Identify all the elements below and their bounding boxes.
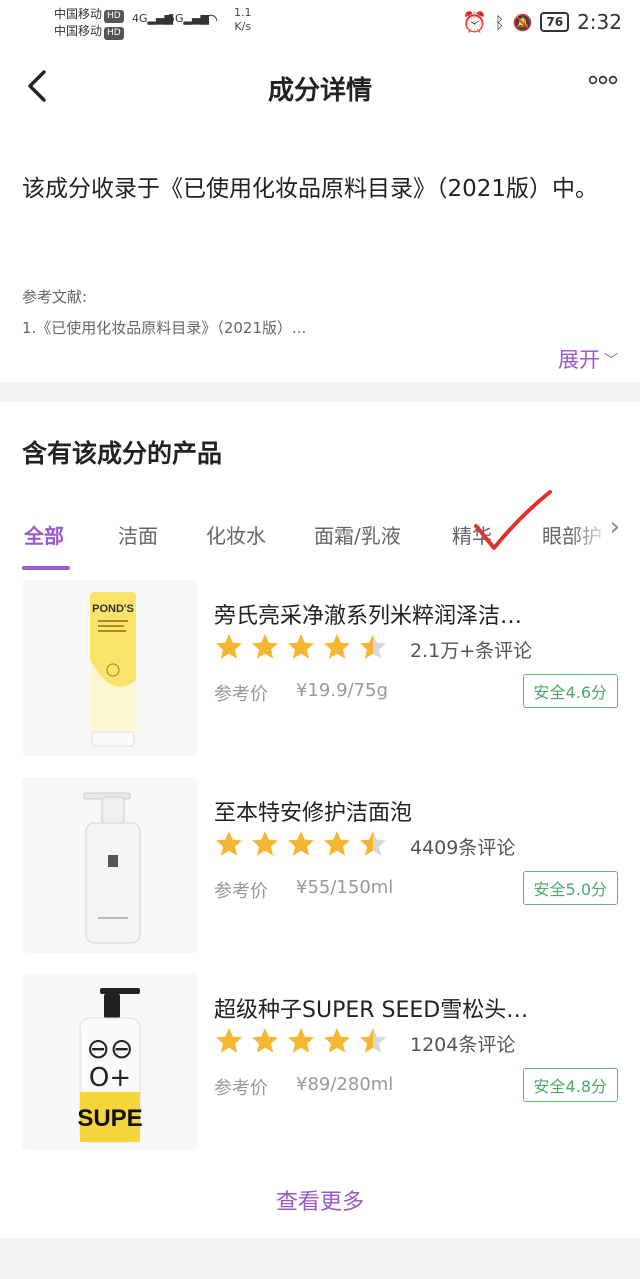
active-tab-indicator (22, 566, 70, 570)
alarm-icon: ⏰ (461, 10, 487, 34)
ponds-tube-image: POND'S (90, 592, 136, 747)
chevron-down-icon: ﹀ (604, 353, 618, 369)
safety-badge: 安全5.0分 (522, 871, 618, 905)
tabs-scroll-right-button[interactable]: › (610, 512, 620, 542)
star-rating (214, 632, 388, 662)
bluetooth-icon: ᛒ (494, 12, 505, 32)
price: ¥19.9/75g (296, 680, 388, 701)
star-full-icon (324, 634, 350, 659)
product-item[interactable]: POND'S 旁氏亮采净澈系列米粹润泽洁… 2.1万+条评论 参考价 ¥19.9… (0, 580, 640, 760)
price-label: 参考价 (214, 1078, 268, 1099)
star-full-icon (216, 831, 242, 856)
tab-cream-lotion[interactable]: 面霜/乳液 (314, 520, 401, 549)
tab-serum[interactable]: 精华 (452, 520, 492, 549)
price-label: 参考价 (214, 684, 268, 705)
price-label: 参考价 (214, 881, 268, 902)
signal-4g-icon: 4G▂▄▆ (132, 12, 173, 25)
hd-badge: HD (104, 27, 124, 40)
ingredient-info-card: 该成分收录于《已使用化妆品原料目录》（2021版）中。 参考文献: 1.《已使用… (0, 124, 640, 382)
review-count: 2.1万+条评论 (410, 640, 533, 662)
mute-icon: 🔕 (512, 12, 533, 32)
star-full-icon (252, 634, 278, 659)
star-half-icon (360, 634, 386, 659)
status-bar: 中国移动 HD 中国移动 HD 4G▂▄▆ 5G▂▄▆ ◠ 1.1 K/s ⏰ ᛒ … (0, 0, 640, 48)
carrier-info: 中国移动 HD 中国移动 HD (54, 6, 124, 40)
view-more-button[interactable]: 查看更多 (0, 1184, 640, 1216)
svg-text:POND'S: POND'S (92, 603, 134, 615)
hd-badge: HD (104, 10, 124, 23)
status-right: ⏰ ᛒ 🔕 76 2:32 (462, 10, 622, 34)
carrier-2: 中国移动 (54, 24, 103, 38)
review-count: 4409条评论 (410, 837, 516, 859)
tab-fade (570, 512, 640, 556)
network-speed: 1.1 K/s (234, 6, 252, 33)
product-item[interactable]: 至本特安修护洁面泡 4409条评论 参考价 ¥55/150ml 安全5.0分 (0, 777, 640, 957)
product-image: ⊖⊖ O+ SUPE (22, 974, 198, 1150)
super-seed-bottle-image: ⊖⊖ O+ SUPE (77, 988, 143, 1143)
star-half-icon (360, 831, 386, 856)
ingredient-description: 该成分收录于《已使用化妆品原料目录》（2021版）中。 (22, 176, 599, 202)
product-image: POND'S (22, 580, 198, 756)
wifi-icon: ◠ (204, 10, 218, 29)
svg-text:O+: O+ (89, 1063, 131, 1093)
more-dots-icon (588, 75, 618, 85)
tab-toner[interactable]: 化妆水 (206, 520, 266, 549)
star-rating (214, 1026, 388, 1056)
header: 成分详情 (0, 48, 640, 124)
more-button[interactable] (588, 70, 618, 96)
price: ¥89/280ml (296, 1074, 394, 1095)
safety-badge: 安全4.6分 (522, 674, 618, 708)
star-full-icon (216, 634, 242, 659)
carrier-1: 中国移动 (54, 7, 103, 21)
section-title: 含有该成分的产品 (22, 439, 223, 468)
reference-item: 1.《已使用化妆品原料目录》（2021版）... (22, 319, 307, 337)
category-tabs: 全部 洁面 化妆水 面霜/乳液 精华 眼部护 (0, 514, 640, 564)
foam-bottle-image (83, 792, 141, 944)
star-full-icon (324, 831, 350, 856)
star-full-icon (216, 1028, 242, 1053)
tab-all[interactable]: 全部 (24, 520, 64, 549)
product-name: 超级种子SUPER SEED雪松头… (214, 998, 529, 1023)
expand-button[interactable]: 展开 ﹀ (558, 344, 618, 374)
product-image (22, 777, 198, 953)
products-section: 含有该成分的产品 全部 洁面 化妆水 面霜/乳液 精华 眼部护 › POND'S (0, 402, 640, 1238)
star-full-icon (252, 1028, 278, 1053)
review-count: 1204条评论 (410, 1034, 516, 1056)
safety-badge: 安全4.8分 (522, 1068, 618, 1102)
star-full-icon (252, 831, 278, 856)
svg-text:⊖⊖: ⊖⊖ (87, 1032, 134, 1065)
star-full-icon (324, 1028, 350, 1053)
star-full-icon (288, 634, 314, 659)
product-item[interactable]: ⊖⊖ O+ SUPE 超级种子SUPER SEED雪松头… 1204条评论 参考… (0, 974, 640, 1154)
tab-cleanser[interactable]: 洁面 (118, 520, 158, 549)
product-name: 旁氏亮采净澈系列米粹润泽洁… (214, 604, 523, 629)
price: ¥55/150ml (296, 877, 394, 898)
star-half-icon (360, 1028, 386, 1053)
chevron-right-icon: › (609, 512, 620, 542)
references-label: 参考文献: (22, 288, 88, 306)
clock: 2:32 (577, 10, 622, 34)
star-full-icon (288, 1028, 314, 1053)
star-full-icon (288, 831, 314, 856)
expand-label: 展开 (558, 348, 600, 372)
signal-5g-icon: 5G▂▄▆ (168, 12, 209, 25)
product-name: 至本特安修护洁面泡 (214, 801, 413, 826)
page-title: 成分详情 (267, 76, 372, 106)
battery-icon: 76 (540, 12, 570, 32)
svg-text:SUPE: SUPE (77, 1105, 142, 1132)
star-rating (214, 829, 388, 859)
